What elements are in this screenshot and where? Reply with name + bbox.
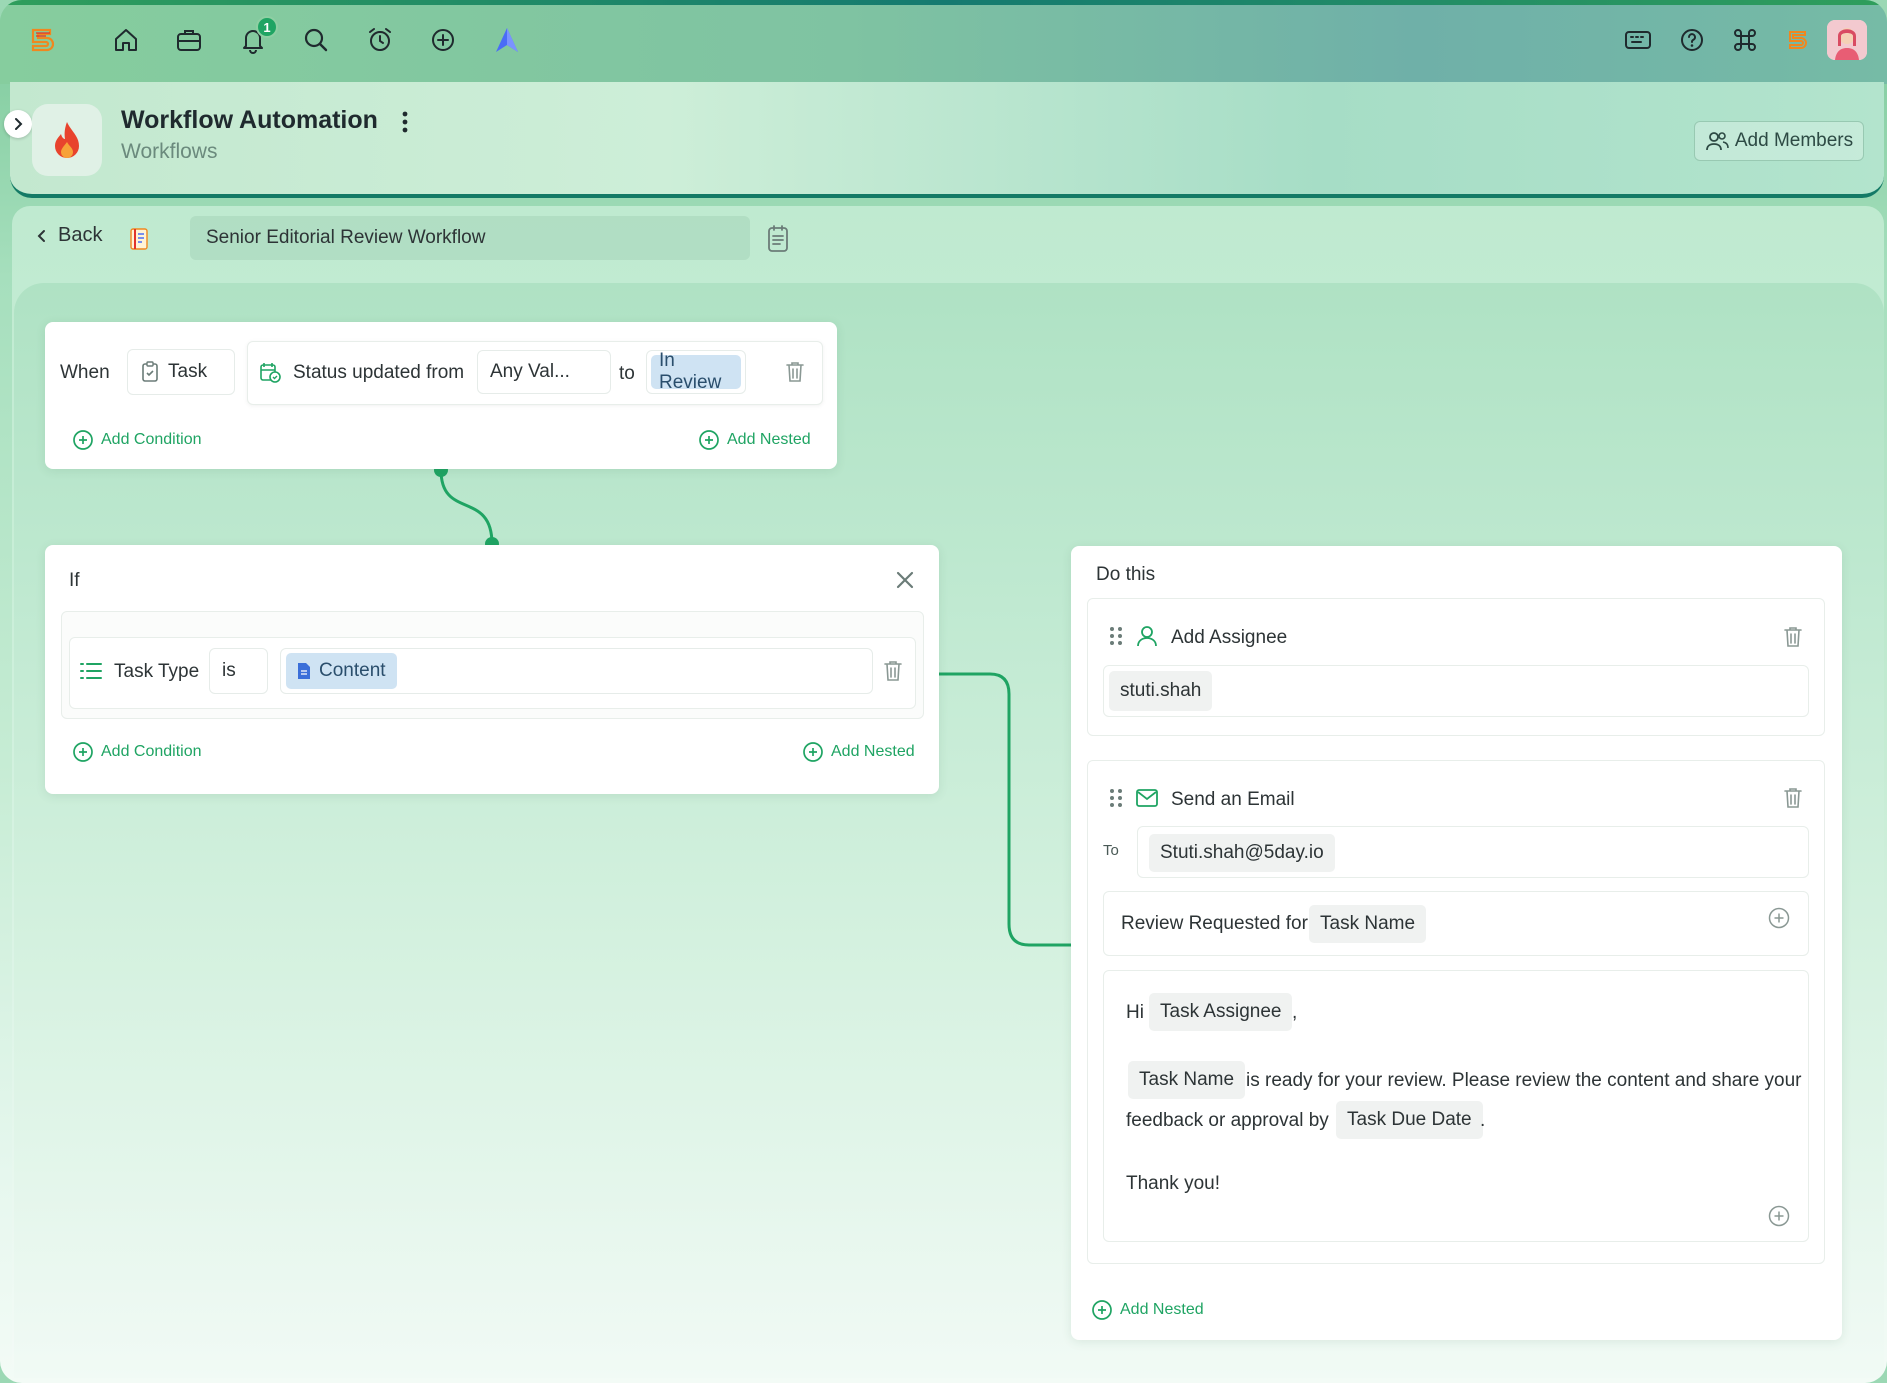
- if-label: If: [69, 570, 80, 591]
- to-status-value: In Review: [651, 350, 741, 393]
- sidebar-expand-button[interactable]: [4, 110, 32, 138]
- send-email-title: Send an Email: [1171, 789, 1295, 810]
- email-body-line-2: feedback or approval by: [1126, 1110, 1329, 1131]
- back-label: Back: [58, 224, 103, 246]
- more-options-icon[interactable]: [395, 110, 415, 139]
- variable-tag-task-due-date[interactable]: Task Due Date: [1336, 1101, 1483, 1139]
- condition-value-label: Content: [319, 660, 386, 681]
- variable-tag-task-name[interactable]: Task Name: [1309, 905, 1427, 943]
- email-subject-prefix: Review Requested for: [1121, 913, 1308, 934]
- email-recipient-tag[interactable]: Stuti.shah@5day.io: [1149, 834, 1335, 872]
- from-status-value: Any Val...: [490, 361, 570, 382]
- condition-value-tag: Content: [286, 653, 397, 689]
- assignee-tag[interactable]: stuti.shah: [1109, 671, 1213, 711]
- add-assignee-title: Add Assignee: [1171, 627, 1288, 648]
- add-nested-button[interactable]: Add Nested: [698, 429, 811, 451]
- trigger-entity-label: Task: [168, 361, 208, 382]
- add-condition-button[interactable]: Add Condition: [72, 429, 202, 451]
- trigger-entity-select[interactable]: Task: [127, 349, 235, 395]
- add-members-button[interactable]: Add Members: [1694, 121, 1864, 161]
- alarm-clock-icon[interactable]: [362, 22, 398, 58]
- plus-circle-icon: [1091, 1299, 1113, 1321]
- condition-operator-select[interactable]: is: [209, 648, 268, 694]
- plus-circle-icon[interactable]: [425, 22, 461, 58]
- app-window: 1 Workflow Automation Workflows Add Memb…: [0, 0, 1887, 1383]
- arrow-up-icon[interactable]: [489, 22, 525, 58]
- delete-email-action-icon[interactable]: [1783, 786, 1803, 815]
- to-status-select[interactable]: In Review: [646, 350, 746, 394]
- home-icon[interactable]: [108, 22, 144, 58]
- user-icon: [1135, 624, 1159, 648]
- list-icon: [79, 661, 103, 681]
- insert-variable-icon[interactable]: [1768, 1205, 1790, 1227]
- top-accent-line: [0, 0, 1887, 5]
- delete-trigger-icon[interactable]: [785, 360, 805, 389]
- top-navigation-bar: 1: [0, 0, 1887, 84]
- plus-circle-icon: [72, 741, 94, 763]
- email-body-greeting: Hi: [1126, 1002, 1144, 1023]
- add-condition-button[interactable]: Add Condition: [72, 741, 202, 763]
- drag-handle-icon[interactable]: [1108, 787, 1124, 809]
- add-nested-label: Add Nested: [1120, 1301, 1204, 1318]
- status-calendar-icon: [259, 361, 281, 383]
- email-body-period: .: [1480, 1110, 1486, 1131]
- add-nested-button[interactable]: Add Nested: [802, 741, 915, 763]
- plus-circle-icon: [698, 429, 720, 451]
- brand-logo[interactable]: [1780, 22, 1816, 58]
- email-body-line-1: is ready for your review. Please review …: [1246, 1070, 1802, 1091]
- add-condition-label: Add Condition: [101, 431, 202, 448]
- insert-variable-icon[interactable]: [1768, 907, 1790, 929]
- users-icon: [1705, 130, 1729, 152]
- email-body-comma: ,: [1292, 1002, 1298, 1023]
- clipboard-check-icon: [140, 361, 160, 383]
- plus-circle-icon: [802, 741, 824, 763]
- do-this-label: Do this: [1096, 564, 1156, 585]
- page-title: Workflow Automation: [121, 106, 378, 134]
- add-nested-label: Add Nested: [727, 431, 811, 448]
- notification-count-badge: 1: [256, 16, 278, 38]
- add-condition-label: Add Condition: [101, 743, 202, 760]
- keyboard-icon[interactable]: [1620, 22, 1656, 58]
- app-logo[interactable]: [24, 22, 60, 58]
- condition-operator-value: is: [222, 660, 236, 681]
- search-icon[interactable]: [298, 22, 334, 58]
- workflow-name-input[interactable]: Senior Editorial Review Workflow: [190, 216, 750, 260]
- document-icon: [297, 662, 311, 680]
- flag-icon[interactable]: [128, 227, 150, 256]
- when-label: When: [60, 362, 110, 383]
- email-to-label: To: [1103, 842, 1119, 859]
- help-icon[interactable]: [1674, 22, 1710, 58]
- mail-icon: [1135, 787, 1159, 809]
- add-nested-label: Add Nested: [831, 743, 915, 760]
- briefcase-icon[interactable]: [171, 22, 207, 58]
- condition-value-select[interactable]: Content: [280, 648, 873, 694]
- delete-assignee-action-icon[interactable]: [1783, 625, 1803, 654]
- avatar[interactable]: [1827, 20, 1867, 60]
- chevron-left-icon: [36, 228, 48, 244]
- email-body-signoff: Thank you!: [1126, 1173, 1220, 1194]
- delete-condition-icon[interactable]: [883, 659, 903, 688]
- back-button[interactable]: Back: [36, 224, 102, 247]
- drag-handle-icon[interactable]: [1108, 625, 1124, 647]
- page-header: [10, 82, 1884, 198]
- from-status-select[interactable]: Any Val...: [477, 350, 611, 394]
- trigger-event-label: Status updated from: [293, 362, 465, 383]
- to-label: to: [619, 363, 635, 384]
- workflow-app-icon: [32, 104, 102, 176]
- notes-icon[interactable]: [765, 224, 791, 259]
- page-subtitle[interactable]: Workflows: [121, 140, 217, 164]
- command-icon[interactable]: [1727, 22, 1763, 58]
- plus-circle-icon: [72, 429, 94, 451]
- close-icon[interactable]: [893, 568, 917, 597]
- variable-tag-task-assignee[interactable]: Task Assignee: [1149, 993, 1293, 1031]
- condition-field-label[interactable]: Task Type: [114, 661, 199, 683]
- variable-tag-task-name[interactable]: Task Name: [1128, 1061, 1246, 1099]
- add-nested-action-button[interactable]: Add Nested: [1091, 1299, 1204, 1321]
- add-members-label: Add Members: [1734, 130, 1854, 151]
